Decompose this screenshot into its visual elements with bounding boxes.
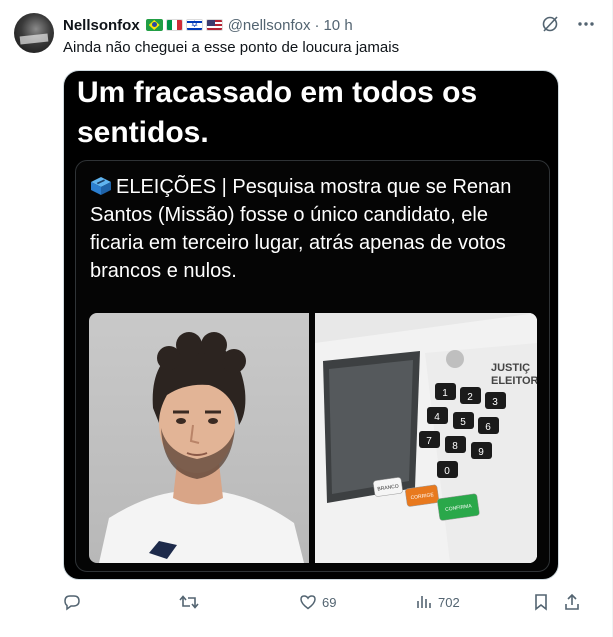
keypad-key: 3	[485, 392, 506, 409]
urn-label-text: JUSTIÇ	[491, 362, 530, 374]
reply-button[interactable]	[63, 593, 86, 611]
svg-text:5: 5	[460, 417, 466, 428]
ballot-box-icon	[90, 176, 112, 196]
top-icons	[540, 14, 596, 34]
svg-text:9: 9	[478, 447, 484, 458]
brasao-emblem	[446, 350, 464, 368]
author-name[interactable]: Nellsonfox	[63, 17, 140, 34]
media-headline: Um fracassado em todos os sentidos.	[77, 73, 547, 153]
keypad-key: 0	[437, 461, 458, 478]
views-chart-icon	[417, 596, 431, 608]
keypad-key: 4	[427, 407, 448, 424]
svg-text:7: 7	[426, 436, 432, 447]
reply-icon	[64, 595, 80, 611]
share-button[interactable]	[563, 593, 581, 611]
bookmark-button[interactable]	[533, 593, 549, 611]
keypad-key: 6	[478, 417, 499, 434]
news-card-line: Santos (Missão) fosse o único candidato,…	[90, 204, 488, 226]
tweet-media-image[interactable]: Um fracassado em todos os sentidos. ELEI…	[63, 70, 559, 580]
italy-flag-icon	[165, 19, 183, 31]
heart-icon	[300, 595, 316, 610]
news-card-line: brancos e nulos.	[90, 260, 237, 282]
avatar[interactable]	[14, 13, 54, 53]
svg-text:8: 8	[452, 441, 458, 452]
urn-label-text: ELEITORA	[491, 375, 537, 387]
views-count: 702	[438, 594, 460, 610]
tweet[interactable]: Nellsonfox @nellsonfox · 10 h Ainda não …	[0, 0, 613, 637]
candidate-photo	[89, 313, 309, 563]
embedded-news-card: ELEIÇÕES | Pesquisa mostra que se Renan …	[75, 160, 550, 572]
like-button[interactable]: 69	[299, 593, 336, 611]
separator: ·	[314, 16, 320, 34]
retweet-icon	[179, 595, 199, 609]
author-handle[interactable]: @nellsonfox	[228, 17, 311, 34]
timestamp[interactable]: 10 h	[323, 17, 352, 34]
israel-flag-icon	[185, 19, 203, 31]
svg-text:2: 2	[467, 392, 473, 403]
views-button[interactable]: 702	[415, 593, 460, 611]
tweet-header: Nellsonfox @nellsonfox · 10 h	[63, 15, 353, 35]
keypad-key: 8	[445, 436, 466, 453]
svg-text:4: 4	[434, 412, 440, 423]
keypad-key: 2	[460, 387, 481, 404]
retweet-button[interactable]	[179, 593, 204, 611]
keypad-key: 5	[453, 412, 474, 429]
tweet-text: Ainda não cheguei a esse ponto de loucur…	[63, 39, 400, 56]
more-options-icon[interactable]	[576, 14, 596, 34]
svg-text:3: 3	[492, 397, 498, 408]
bookmark-icon	[535, 594, 547, 611]
keypad-key: 1	[435, 383, 456, 400]
svg-text:1: 1	[442, 388, 448, 399]
keypad-key: 7	[419, 431, 440, 448]
media-headline-line: Um fracassado em todos os	[77, 76, 478, 109]
like-count: 69	[322, 594, 337, 610]
news-card-line: ficaria em terceiro lugar, atrás apenas …	[90, 232, 506, 254]
brazil-flag-icon	[145, 19, 163, 31]
usa-flag-icon	[205, 19, 223, 31]
svg-text:6: 6	[485, 422, 491, 433]
news-card-line: ELEIÇÕES | Pesquisa mostra que se Renan	[90, 173, 550, 201]
media-headline-line: sentidos.	[77, 116, 209, 149]
voting-machine-photo: 1234567890 JUSTIÇELEITORA BRANCOCORRIGEC…	[315, 313, 537, 563]
flag-emojis	[145, 19, 223, 31]
svg-text:0: 0	[444, 466, 450, 477]
share-icon	[565, 593, 579, 610]
grok-icon[interactable]	[540, 14, 560, 34]
tweet-actions: 69 702	[63, 593, 593, 615]
news-card-text: ELEIÇÕES | Pesquisa mostra que se Renan …	[90, 173, 550, 285]
keypad-key: 9	[471, 442, 492, 459]
